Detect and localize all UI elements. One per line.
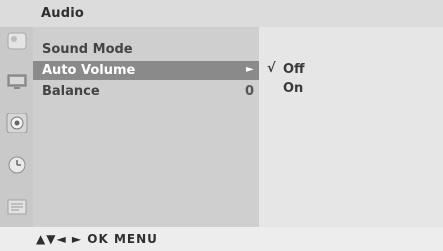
menu-item-auto-volume[interactable]: Auto Volume ►: [33, 61, 259, 80]
menu-item-sound-mode[interactable]: Sound Mode: [33, 40, 259, 59]
audio-menu: Sound Mode Auto Volume ► Balance 0: [33, 27, 259, 227]
menu-title: Audio: [41, 6, 85, 21]
option-on[interactable]: On: [283, 81, 303, 96]
menu-item-balance[interactable]: Balance 0: [33, 82, 259, 101]
time-icon[interactable]: [6, 155, 28, 175]
balance-value: 0: [245, 84, 255, 99]
menu-item-label: Balance: [42, 84, 100, 99]
navigation-key-guide: ▲▼◄ ► OK MENU: [36, 232, 158, 246]
picture-icon[interactable]: [6, 31, 28, 51]
screen-icon[interactable]: [6, 71, 28, 91]
category-icon-column: [0, 27, 33, 227]
menu-item-label: Sound Mode: [42, 42, 133, 57]
auto-volume-submenu: √ Off On: [259, 27, 443, 227]
audio-icon[interactable]: [6, 113, 28, 133]
menu-item-label: Auto Volume: [42, 63, 136, 78]
option-off[interactable]: Off: [283, 62, 305, 77]
option-icon[interactable]: [6, 197, 28, 217]
check-mark-icon: √: [267, 61, 276, 76]
osd-screen: Audio Sound Mode Auto Volume ► Balance 0…: [0, 0, 443, 251]
submenu-arrow-icon: ►: [246, 64, 254, 75]
key-guide-footer: ▲▼◄ ► OK MENU: [0, 227, 443, 251]
title-bar: Audio: [0, 0, 443, 27]
